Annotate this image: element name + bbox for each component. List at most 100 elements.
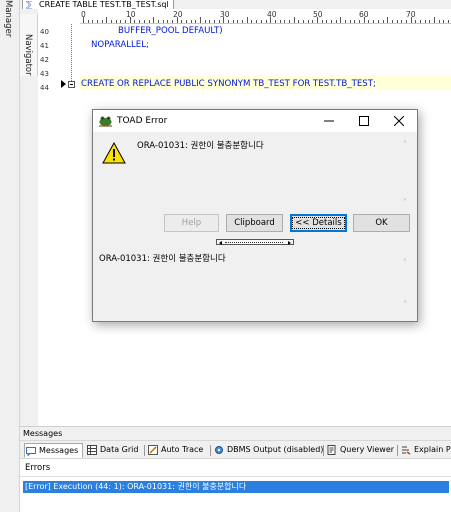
ruler-tick [106, 17, 108, 23]
navigator-tab-label: Navigator [23, 34, 33, 76]
code-line[interactable]: BUFFER_POOL DEFAULT) [118, 26, 223, 36]
error-message-area: ORA-01031: 권한이 불충분합니다 ˄ ˅ [93, 132, 417, 212]
ruler-tick [321, 20, 323, 23]
ruler-tick [377, 20, 379, 23]
ruler-tick [162, 20, 164, 23]
ruler-tick [424, 20, 426, 23]
ruler-tick [363, 17, 365, 23]
ruler-tick [256, 20, 258, 23]
ruler-tick [335, 20, 337, 23]
scroll-up-icon[interactable]: ˄ [399, 258, 411, 267]
line-number-gutter: 40 41 42 43 44 [38, 24, 80, 426]
details-splitter[interactable] [216, 239, 294, 245]
ruler-tick [429, 20, 431, 23]
tab-explain-plan[interactable]: Explain Pl [400, 443, 451, 458]
ruler-tick [181, 20, 183, 23]
ruler-tick [251, 20, 253, 23]
editor-tab-label: CREATE TABLE TEST.TB_TEST.sql [39, 0, 169, 9]
column-ruler: 0 10 20 30 40 50 60 70 [80, 9, 451, 24]
editor-tab-bar: ⅀ CREATE TABLE TEST.TB_TEST.sql [20, 0, 451, 9]
ruler-tick [349, 20, 351, 23]
code-line[interactable]: NOPARALLEL; [91, 40, 149, 50]
line-number: 44 [40, 84, 49, 92]
ruler-tick [387, 17, 389, 23]
line-number: 43 [40, 70, 49, 78]
grid-icon [87, 445, 97, 455]
explain-plan-icon [402, 446, 411, 455]
dialog-titlebar[interactable]: TOAD Error [93, 110, 417, 132]
ruler-tick [139, 20, 141, 23]
ruler-tick [368, 20, 370, 23]
tab-dbms-output[interactable]: DBMS Output (disabled) [213, 443, 323, 458]
clipboard-button-label: Clipboard [234, 218, 275, 228]
ruler-tick [359, 20, 361, 23]
fold-guide-line [71, 24, 72, 81]
dbms-output-icon [215, 446, 223, 454]
ruler-tick [115, 20, 117, 23]
ruler-tick [242, 20, 244, 23]
error-message-text: ORA-01031: 권한이 불충분합니다 [137, 141, 264, 151]
ruler-tick [157, 20, 159, 23]
tab-messages[interactable]: Messages [24, 443, 84, 458]
tab-label: Query Viewer [340, 445, 395, 454]
line-number: 42 [40, 56, 49, 64]
ruler-tick [143, 20, 145, 23]
code-line-current[interactable]: CREATE OR REPLACE PUBLIC SYNONYM TB_TEST… [81, 79, 376, 89]
error-list[interactable]: [Error] Execution (44: 1): ORA-01031: 권한… [20, 477, 451, 512]
messages-panel-header: Messages [20, 426, 451, 440]
messages-icon [26, 447, 36, 456]
ok-button[interactable]: OK [353, 214, 410, 232]
ruler-tick [223, 17, 225, 23]
help-button[interactable]: Help [164, 214, 219, 232]
scroll-down-icon[interactable]: ˅ [399, 198, 411, 207]
ruler-tick [92, 20, 94, 23]
splitter-left-arrow-icon [219, 241, 222, 245]
fold-toggle-icon[interactable] [68, 81, 75, 88]
autotrace-icon [148, 445, 158, 455]
execution-arrow-icon [61, 80, 66, 88]
close-icon [394, 116, 404, 126]
scroll-down-icon[interactable]: ˅ [399, 300, 411, 309]
ruler-label: 30 [220, 10, 230, 19]
manager-tab[interactable]: Manager [3, 0, 13, 37]
tab-auto-trace[interactable]: Auto Trace [147, 443, 203, 458]
splitter-right-arrow-icon [288, 241, 291, 245]
editor-tab[interactable]: ⅀ CREATE TABLE TEST.TB_TEST.sql [22, 0, 174, 9]
ruler-tick [214, 20, 216, 23]
tab-separator [397, 445, 398, 456]
ruler-tick [288, 20, 290, 23]
tab-separator [144, 445, 145, 456]
maximize-icon [359, 116, 369, 126]
ruler-tick [443, 20, 445, 23]
ruler-tick [331, 20, 333, 23]
ruler-tick [125, 20, 127, 23]
clipboard-button[interactable]: Clipboard [226, 214, 283, 232]
ruler-tick [345, 20, 347, 23]
minimize-button[interactable] [312, 110, 346, 132]
ruler-tick [171, 20, 173, 23]
navigator-tab[interactable]: Navigator [20, 14, 38, 76]
error-row[interactable]: [Error] Execution (44: 1): ORA-01031: 권한… [23, 481, 449, 493]
errors-section-label: Errors [20, 459, 451, 477]
ruler-tick [448, 20, 450, 23]
close-button[interactable] [382, 110, 416, 132]
error-details-area[interactable]: ORA-01031: 권한이 불충분합니다 ˄ ˅ [95, 248, 415, 319]
tab-label: Data Grid [100, 445, 139, 454]
ruler-tick [120, 20, 122, 23]
ruler-tick [373, 20, 375, 23]
tab-separator [210, 445, 211, 456]
scroll-up-icon[interactable]: ˄ [399, 140, 411, 149]
ruler-tick [190, 20, 192, 23]
maximize-button[interactable] [347, 110, 381, 132]
tab-label: Explain Pl [414, 445, 451, 454]
ruler-tick [195, 20, 197, 23]
help-button-label: Help [181, 218, 202, 228]
details-button[interactable]: << Details [290, 214, 347, 232]
ruler-tick [270, 17, 272, 23]
tab-data-grid[interactable]: Data Grid [86, 443, 138, 458]
toad-logo-icon [99, 116, 112, 127]
ruler-tick [228, 20, 230, 23]
ruler-tick [391, 20, 393, 23]
errors-label-text: Errors [25, 463, 51, 473]
tab-query-viewer[interactable]: Query Viewer [326, 443, 394, 458]
